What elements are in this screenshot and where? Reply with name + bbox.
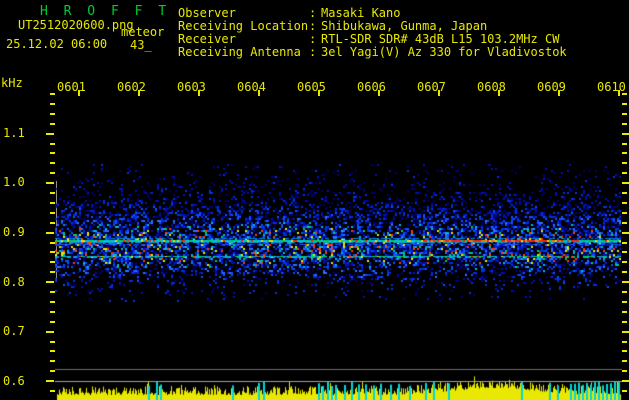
x-axis-tick: [438, 90, 440, 96]
y-axis-tick: [622, 172, 627, 174]
y-axis-tick: [622, 261, 627, 263]
output-filename: UT2512020600.png: [18, 18, 134, 32]
y-axis-tick: [622, 103, 627, 105]
y-axis-tick: [50, 113, 55, 115]
x-axis-tick: [198, 90, 200, 96]
x-axis-tick: [498, 90, 500, 96]
y-axis-tick: [50, 103, 55, 105]
x-axis-tick-label: 0601: [57, 80, 86, 94]
y-axis-tick: [622, 291, 627, 293]
y-axis-tick: [622, 202, 627, 204]
y-axis-tick-label: 1.1: [3, 126, 25, 140]
y-axis-tick-label: 0.7: [3, 324, 25, 338]
field-label: Receiving Antenna: [178, 45, 301, 59]
y-axis-tick: [50, 360, 55, 362]
y-axis-tick: [46, 380, 54, 382]
y-axis-tick: [622, 350, 627, 352]
y-axis-tick-label: 1.0: [3, 175, 25, 189]
y-axis-tick: [50, 152, 55, 154]
x-axis-tick: [558, 90, 560, 96]
y-axis-tick: [622, 251, 627, 253]
x-axis-tick-label: 0605: [297, 80, 326, 94]
app-title: H R O F F T: [40, 4, 171, 19]
y-axis-tick: [622, 311, 627, 313]
count-value: 43_: [130, 38, 152, 52]
x-axis-tick: [138, 90, 140, 96]
x-axis-tick: [618, 90, 620, 96]
y-axis-tick: [622, 182, 629, 184]
y-axis-tick: [50, 321, 55, 323]
y-axis-tick: [622, 162, 627, 164]
x-axis-tick-label: 0606: [357, 80, 386, 94]
y-axis-tick: [622, 212, 627, 214]
x-axis-tick-label: 0603: [177, 80, 206, 94]
x-axis-tick: [378, 90, 380, 96]
y-axis-tick: [50, 143, 55, 145]
y-axis-tick: [50, 123, 55, 125]
y-axis-tick-label: 0.8: [3, 275, 25, 289]
y-axis-tick: [622, 341, 627, 343]
y-axis-tick: [46, 182, 54, 184]
y-axis-tick: [622, 301, 627, 303]
x-axis-tick: [318, 90, 320, 96]
y-axis-tick: [46, 232, 54, 234]
y-axis-tick: [50, 341, 55, 343]
y-axis-tick: [622, 370, 627, 372]
y-axis-tick-label: 0.6: [3, 374, 25, 388]
noise-level-strip-canvas: [55, 363, 622, 400]
y-axis-tick: [50, 311, 55, 313]
y-axis-tick: [46, 133, 54, 135]
x-axis-tick-label: 0607: [417, 80, 446, 94]
x-axis-tick-label: 0604: [237, 80, 266, 94]
spectrogram-canvas: [55, 160, 621, 302]
y-axis-tick: [622, 380, 629, 382]
datetime-label: 25.12.02 06:00: [6, 37, 108, 51]
y-axis-tick: [622, 143, 627, 145]
y-axis-tick: [622, 271, 627, 273]
y-axis-tick: [46, 281, 54, 283]
y-axis-tick: [622, 390, 627, 392]
y-axis-tick: [622, 222, 627, 224]
x-axis-tick-label: 0602: [117, 80, 146, 94]
x-axis-tick-label: 0608: [477, 80, 506, 94]
x-axis-tick: [258, 90, 260, 96]
hrofft-screen: H R O F F T UT2512020600.png meteor 25.1…: [0, 0, 629, 400]
y-axis-tick-label: 0.9: [3, 225, 25, 239]
x-axis-tick-label: 0610: [597, 80, 626, 94]
x-axis-tick-label: 0609: [537, 80, 566, 94]
y-axis-tick: [50, 93, 55, 95]
y-axis-tick: [622, 360, 627, 362]
field-value: 3el Yagi(V) Az 330 for Vladivostok: [321, 45, 567, 59]
y-axis-tick: [622, 192, 627, 194]
x-axis-tick: [78, 90, 80, 96]
y-axis-tick: [622, 232, 629, 234]
y-axis-tick: [622, 113, 627, 115]
y-axis-tick: [46, 331, 54, 333]
y-axis-tick: [622, 123, 627, 125]
y-axis-unit-label: kHz: [1, 76, 23, 90]
y-axis-tick: [622, 133, 629, 135]
y-axis-tick: [50, 350, 55, 352]
y-axis-tick: [622, 242, 627, 244]
y-axis-tick: [622, 321, 627, 323]
y-axis-tick: [622, 331, 629, 333]
field-colon: :: [309, 45, 317, 59]
y-axis-tick: [622, 281, 629, 283]
y-axis-tick: [622, 152, 627, 154]
